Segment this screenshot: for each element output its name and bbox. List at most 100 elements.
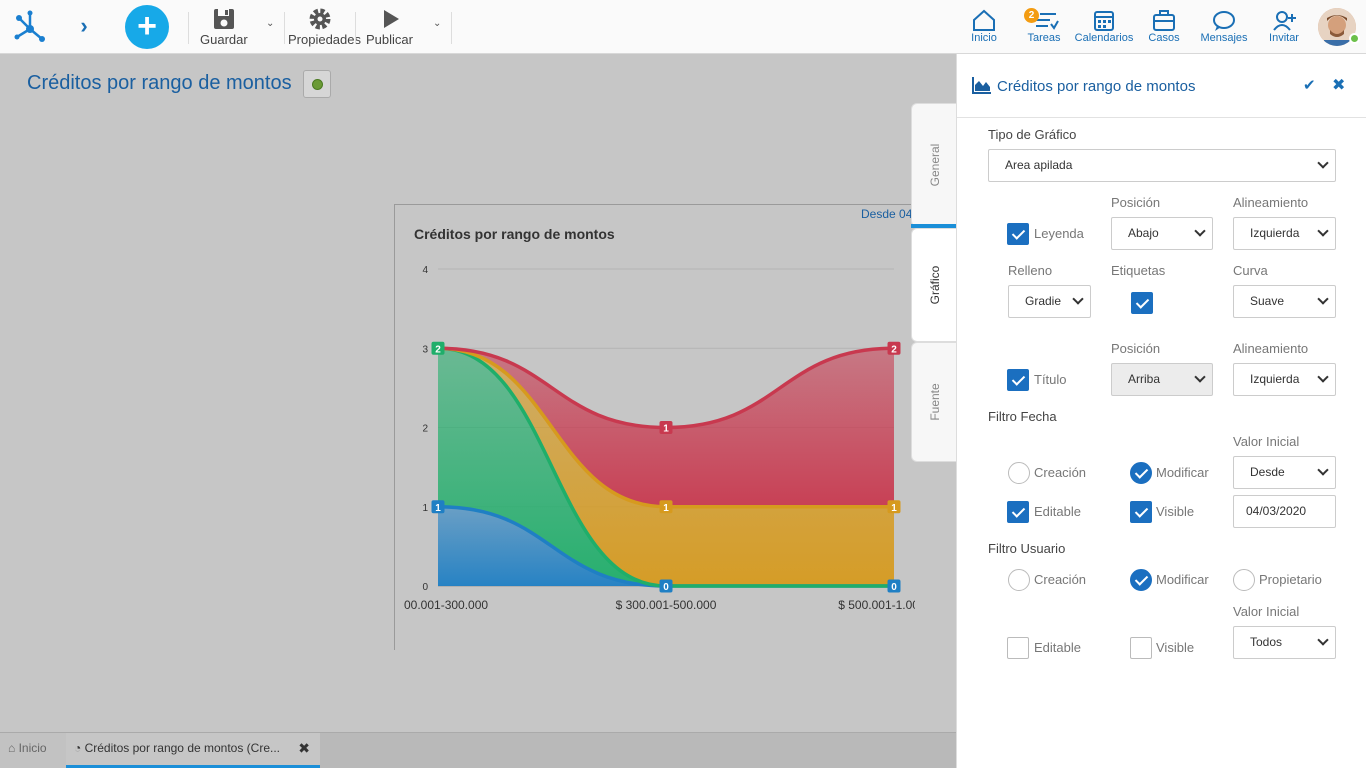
y-tick-label: 2: [422, 424, 428, 435]
chevron-down-icon: [1072, 293, 1084, 305]
labels-label: Etiquetas: [1111, 263, 1166, 278]
nav-calendars[interactable]: Calendarios: [1074, 8, 1134, 44]
properties-button[interactable]: Propiedades: [288, 6, 361, 48]
tab-general-label: General: [928, 143, 942, 187]
nav-calendars-label: Calendarios: [1074, 32, 1134, 44]
data-label: 2: [891, 344, 897, 355]
date-input-value: 04/03/2020: [1246, 504, 1307, 518]
legend-alignment-select[interactable]: Izquierda: [1233, 217, 1336, 250]
tab-active-label: Créditos por rango de montos (Cre...: [84, 741, 281, 755]
bottom-tab-bar: ⌂ Inicio ◔ Créditos por rango de montos …: [0, 732, 956, 768]
title-option-label: Título: [1034, 372, 1067, 387]
title-alignment-value: Izquierda: [1250, 372, 1300, 386]
fill-select[interactable]: Gradie: [1008, 285, 1091, 318]
chat-bubble-icon: [1213, 11, 1235, 31]
online-status-dot: [1349, 33, 1360, 44]
date-modify-label: Modificar: [1156, 465, 1209, 480]
home-icon: [973, 9, 995, 31]
calendar-icon: [1094, 11, 1114, 31]
home-icon: ⌂: [8, 741, 16, 755]
nav-home-label: Inicio: [971, 32, 997, 44]
date-visible-checkbox[interactable]: [1130, 501, 1152, 523]
close-icon[interactable]: ✖: [1332, 75, 1345, 95]
nav-messages[interactable]: Mensajes: [1198, 8, 1250, 44]
title-alignment-select[interactable]: Izquierda: [1233, 363, 1336, 396]
user-owner-label: Propietario: [1259, 572, 1322, 587]
nav-invite[interactable]: Invitar: [1264, 8, 1304, 44]
nav-home[interactable]: Inicio: [964, 8, 1004, 44]
user-owner-radio[interactable]: [1233, 569, 1255, 591]
area-chart-icon: [972, 77, 991, 94]
data-label: 1: [663, 424, 669, 435]
save-dropdown-chevron-icon[interactable]: ⌄: [266, 18, 274, 29]
chart-pie-icon: ◔: [74, 741, 82, 755]
curve-select[interactable]: Suave: [1233, 285, 1336, 318]
data-label: 1: [891, 503, 897, 514]
status-dot-icon: [312, 79, 323, 90]
date-editable-label: Editable: [1034, 504, 1081, 519]
title-checkbox[interactable]: [1007, 369, 1029, 391]
date-editable-checkbox[interactable]: [1007, 501, 1029, 523]
user-editable-label: Editable: [1034, 640, 1081, 655]
nav-messages-label: Mensajes: [1200, 32, 1248, 44]
user-filter-label: Filtro Usuario: [988, 541, 1066, 556]
publish-button[interactable]: Publicar: [366, 6, 416, 48]
x-tick-label: $ 300.001-500.000: [616, 598, 717, 612]
publish-dropdown-chevron-icon[interactable]: ⌄: [433, 18, 441, 29]
toolbar-divider: [188, 12, 189, 44]
y-tick-label: 1: [422, 503, 428, 514]
x-tick-label: $ 500.001-1.000.000: [838, 598, 915, 612]
tab-active-document[interactable]: ◔ Créditos por rango de montos (Cre... ✖: [66, 733, 320, 768]
date-modify-radio[interactable]: [1130, 462, 1152, 484]
save-button[interactable]: Guardar: [200, 6, 248, 48]
title-position-select[interactable]: Arriba: [1111, 363, 1213, 396]
chevron-down-icon: [1317, 371, 1329, 383]
labels-checkbox[interactable]: [1131, 292, 1153, 314]
add-user-icon: [1273, 11, 1296, 31]
date-initial-value-label: Valor Inicial: [1233, 434, 1300, 449]
tab-general[interactable]: General: [911, 103, 958, 227]
panel-header: Créditos por rango de montos ✔ ✖: [957, 54, 1366, 118]
user-modify-label: Modificar: [1156, 572, 1209, 587]
chevron-down-icon: [1317, 464, 1329, 476]
date-creation-radio[interactable]: [1008, 462, 1030, 484]
nav-invite-label: Invitar: [1269, 32, 1299, 44]
user-creation-radio[interactable]: [1008, 569, 1030, 591]
chart-type-select[interactable]: Area apilada: [988, 149, 1336, 182]
chart-type-value: Area apilada: [1005, 158, 1073, 172]
page-title: Créditos por rango de montos: [27, 72, 292, 94]
save-label: Guardar: [200, 32, 248, 47]
legend-position-select[interactable]: Abajo: [1111, 217, 1213, 250]
nav-tasks[interactable]: 2 Tareas: [1022, 8, 1066, 44]
expand-menu-icon[interactable]: ›: [74, 14, 94, 38]
close-tab-icon[interactable]: ✖: [298, 733, 310, 763]
date-input[interactable]: 04/03/2020: [1233, 495, 1336, 528]
user-visible-checkbox[interactable]: [1130, 637, 1152, 659]
user-initial-value-label: Valor Inicial: [1233, 604, 1300, 619]
status-toggle[interactable]: [303, 70, 331, 98]
legend-checkbox[interactable]: [1007, 223, 1029, 245]
user-initial-value-select[interactable]: Todos: [1233, 626, 1336, 659]
confirm-check-icon[interactable]: ✔: [1303, 76, 1316, 94]
tasks-badge: 2: [1024, 8, 1039, 23]
legend-position-label: Posición: [1111, 195, 1161, 210]
user-creation-label: Creación: [1034, 572, 1087, 587]
properties-label: Propiedades: [288, 32, 361, 47]
date-initial-value-select[interactable]: Desde: [1233, 456, 1336, 489]
add-button[interactable]: +: [125, 5, 169, 49]
tab-home[interactable]: ⌂ Inicio: [0, 733, 66, 768]
y-tick-label: 3: [422, 344, 428, 355]
nav-cases[interactable]: Casos: [1146, 8, 1182, 44]
user-editable-checkbox[interactable]: [1007, 637, 1029, 659]
title-position-label: Posición: [1111, 341, 1161, 356]
title-alignment-label: Alineamiento: [1233, 341, 1309, 356]
tab-source[interactable]: Fuente: [911, 342, 958, 462]
user-visible-label: Visible: [1156, 640, 1195, 655]
tab-chart[interactable]: Gráfico: [911, 228, 958, 342]
nav-tasks-label: Tareas: [1027, 32, 1061, 44]
stacked-area-chart: 0123410 021 11200.001-300.000 $ 300.001-500…: [404, 265, 915, 612]
user-modify-radio[interactable]: [1130, 569, 1152, 591]
data-label: 1: [663, 503, 669, 514]
app-logo-icon[interactable]: [12, 9, 48, 45]
chevron-down-icon: [1317, 225, 1329, 237]
